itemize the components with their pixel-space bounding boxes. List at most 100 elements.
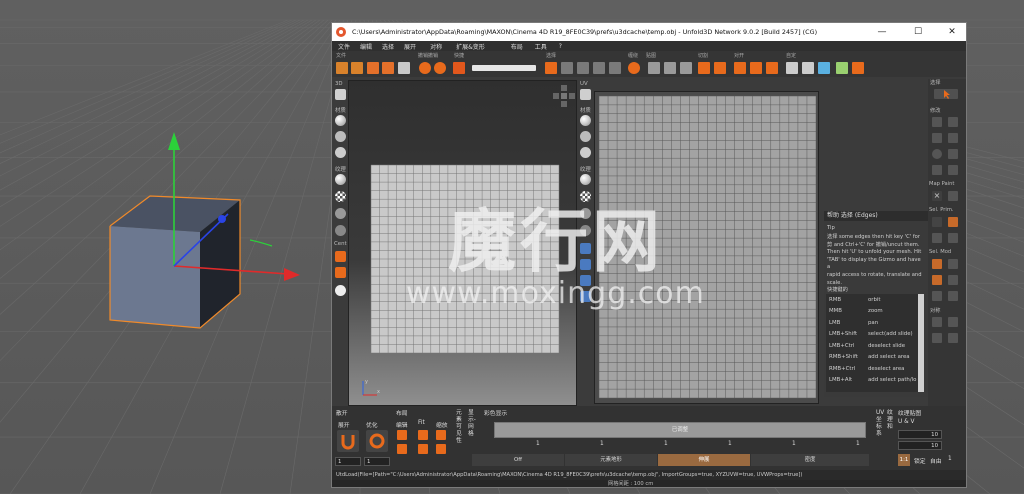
menu-select[interactable]: 选择 <box>382 42 394 51</box>
menu-symmetry[interactable]: 对称 <box>430 42 442 51</box>
cube-front-face[interactable] <box>110 226 200 328</box>
uv-material-shaded-icon[interactable] <box>580 115 591 126</box>
cut-tree-icon[interactable] <box>698 62 710 74</box>
display-off-button[interactable]: Off <box>472 454 564 466</box>
viewport-scene[interactable] <box>0 0 340 494</box>
stop-icon[interactable] <box>453 62 465 74</box>
menu-help[interactable]: ? <box>559 43 562 50</box>
prim-vertex-icon[interactable] <box>932 217 942 227</box>
progress-slider[interactable] <box>472 65 536 71</box>
scale-icon[interactable] <box>932 133 942 143</box>
texture-pattern-icon[interactable] <box>335 208 346 219</box>
move-icon[interactable] <box>932 117 942 127</box>
prim-face-icon[interactable] <box>932 233 942 243</box>
select-faces-icon[interactable] <box>593 62 605 74</box>
wrap-icon[interactable] <box>628 62 640 74</box>
window-titlebar[interactable]: C:\Users\Administrator\AppData\Roaming\M… <box>332 23 966 41</box>
layout-section-label[interactable]: 布局 <box>396 408 408 417</box>
save-as-icon[interactable] <box>382 62 394 74</box>
unfold-button[interactable] <box>337 430 359 452</box>
load-icon[interactable] <box>351 62 363 74</box>
mod-loop-icon[interactable] <box>932 259 942 269</box>
sphere-map-icon[interactable] <box>932 149 942 159</box>
layout-scale-icon[interactable] <box>436 430 446 440</box>
texture-sphere-icon[interactable] <box>335 174 346 185</box>
menu-unfold[interactable]: 展开 <box>404 42 416 51</box>
paint-brush-icon[interactable] <box>648 62 660 74</box>
maximize-button[interactable]: ☐ <box>906 23 930 41</box>
layout-normalize-icon[interactable] <box>436 444 446 454</box>
close-button[interactable]: ✕ <box>940 23 964 41</box>
mod-border-icon[interactable] <box>948 291 958 301</box>
grid-map-icon[interactable] <box>948 149 958 159</box>
uv-texture-sphere-icon[interactable] <box>580 174 591 185</box>
light-icon[interactable] <box>335 285 346 296</box>
texture-unfold-icon[interactable] <box>335 225 346 236</box>
rotate-icon[interactable] <box>948 117 958 127</box>
pin-point-icon[interactable] <box>786 62 798 74</box>
paint-pin-icon[interactable] <box>948 191 958 201</box>
split-icon[interactable] <box>734 62 746 74</box>
material-shaded-icon[interactable] <box>335 115 346 126</box>
display-stretch-button[interactable]: 伸展 <box>658 454 750 466</box>
unfold3d-map-icon[interactable] <box>932 165 942 175</box>
axis-x-arrow-icon[interactable] <box>284 268 300 281</box>
symmetry-y-icon[interactable] <box>948 317 958 327</box>
shortcuts-table[interactable]: RMB orbit MMB zoom LMB pan LMB+Shift select(… <box>826 294 918 392</box>
color-display-label[interactable]: 彩色显示 <box>484 408 507 417</box>
undo-icon[interactable] <box>419 62 431 74</box>
menu-extend-deform[interactable]: 扩展&变形 <box>456 42 485 51</box>
mod-ring-icon[interactable] <box>948 259 958 269</box>
menu-layout[interactable]: 布局 <box>511 42 523 51</box>
cut-branch-icon[interactable] <box>714 62 726 74</box>
clear-selection-icon[interactable] <box>545 62 557 74</box>
select-arrow-icon[interactable] <box>934 89 958 99</box>
open-folder-icon[interactable] <box>336 62 348 74</box>
save-icon[interactable] <box>367 62 379 74</box>
unfold-iterations-input[interactable]: 1 <box>335 457 361 466</box>
cinema4d-viewport[interactable]: C:\Users\Administrator\AppData\Roaming\M… <box>0 0 1024 494</box>
display-density-button[interactable]: 密度 <box>751 454 869 466</box>
symmetry-x-icon[interactable] <box>932 317 942 327</box>
center-icon[interactable] <box>335 251 346 262</box>
pin-line-icon[interactable] <box>802 62 814 74</box>
select-grid-icon[interactable] <box>561 62 573 74</box>
shortcuts-scrollbar[interactable] <box>918 294 924 392</box>
unfold-section-label[interactable]: 散开 <box>336 408 348 417</box>
mod-shrink-icon[interactable] <box>948 275 958 285</box>
optimize-button[interactable] <box>366 430 388 452</box>
view-uv-icon[interactable] <box>580 89 591 100</box>
flip-icon[interactable] <box>948 133 958 143</box>
menu-edit[interactable]: 编辑 <box>360 42 372 51</box>
display-topology-button[interactable]: 元素地形 <box>565 454 657 466</box>
axis-z-handle-icon[interactable] <box>218 215 226 223</box>
screenshot-icon[interactable] <box>398 62 410 74</box>
menu-tools[interactable]: 工具 <box>535 42 547 51</box>
help-header[interactable]: 帮助 选择 (Edges) <box>824 211 928 221</box>
u-tiles-input[interactable]: 10 <box>898 430 942 439</box>
free-button[interactable]: 自由 <box>930 456 942 465</box>
center-frame-icon[interactable] <box>335 267 346 278</box>
texture-checker-icon[interactable] <box>335 191 346 202</box>
straighten-icon[interactable] <box>818 62 830 74</box>
redo-icon[interactable] <box>434 62 446 74</box>
multiply-x2-icon[interactable]: × <box>932 191 942 201</box>
uv-coords-vertical-tab[interactable]: UV坐标系 <box>876 410 884 438</box>
symmetry-z-icon[interactable] <box>932 333 942 343</box>
select-edges-icon[interactable] <box>609 62 621 74</box>
frame-map-icon[interactable] <box>948 165 958 175</box>
distribute-icon[interactable] <box>852 62 864 74</box>
ratio-button[interactable]: 1:1 <box>898 454 910 466</box>
uv-material-wire-icon[interactable] <box>580 131 591 142</box>
minimize-button[interactable]: — <box>870 23 894 41</box>
align-icon[interactable] <box>836 62 848 74</box>
material-grid-icon[interactable] <box>335 147 346 158</box>
layout-fit-icon[interactable] <box>418 430 428 440</box>
select-islands-icon[interactable] <box>577 62 589 74</box>
optimize-iterations-input[interactable]: 1 <box>364 457 390 466</box>
menu-file[interactable]: 文件 <box>338 42 350 51</box>
v-tiles-input[interactable]: 10 <box>898 441 942 450</box>
material-wire-icon[interactable] <box>335 131 346 142</box>
view-cube-nav-icon[interactable] <box>553 85 575 107</box>
display-grid-vertical-tab[interactable]: 显示-网格 <box>468 410 476 438</box>
